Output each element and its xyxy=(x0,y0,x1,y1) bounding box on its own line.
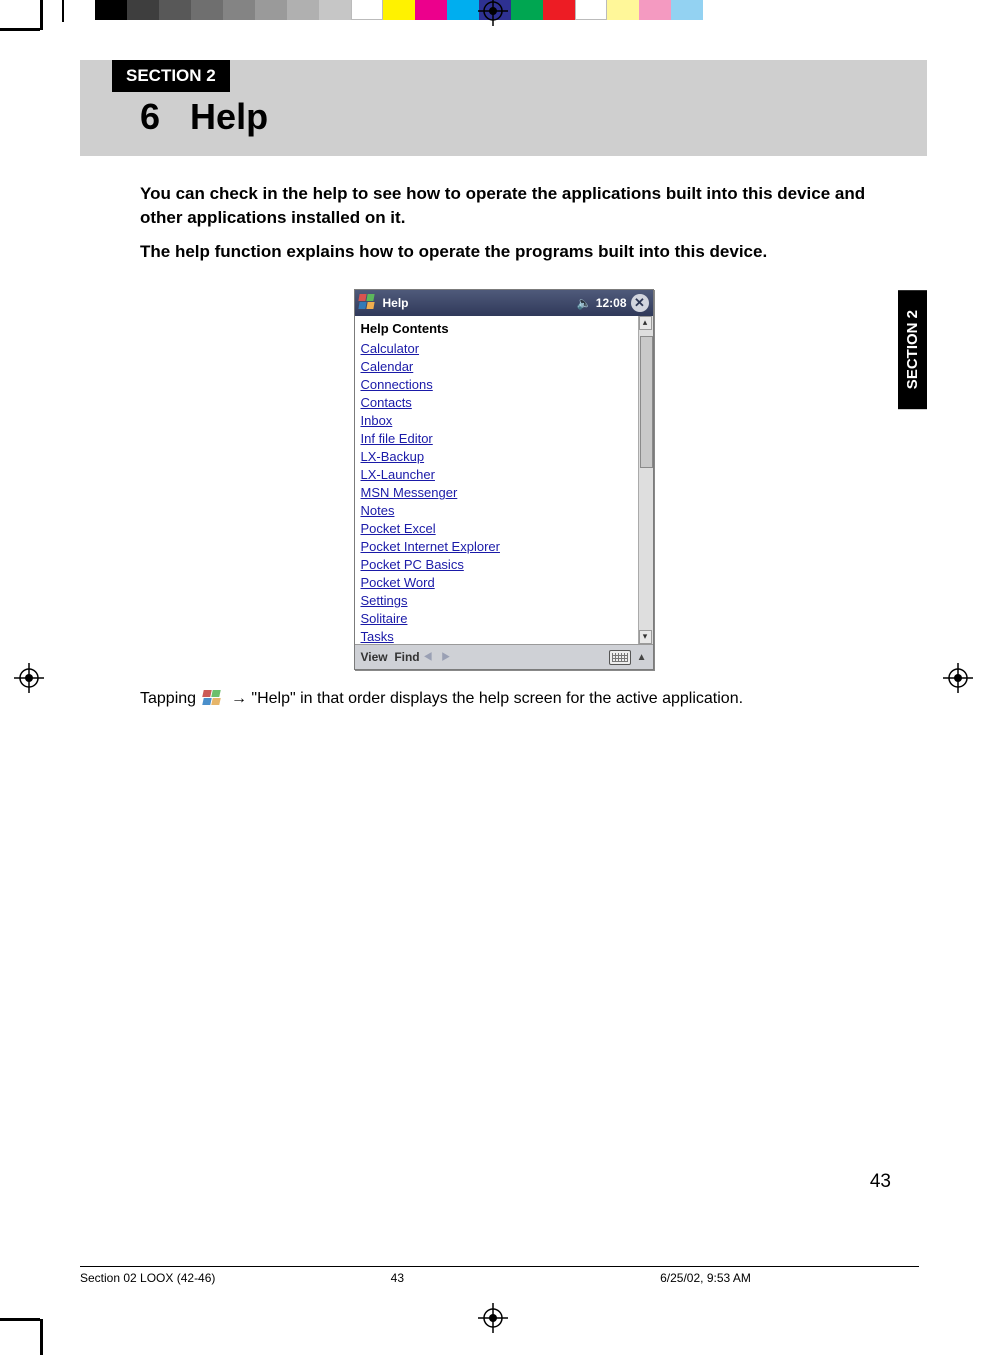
color-swatch xyxy=(223,0,255,20)
printer-marks-top xyxy=(0,0,987,34)
scroll-down-button[interactable]: ▾ xyxy=(639,630,652,644)
start-menu-icon[interactable] xyxy=(359,294,377,312)
color-swatch xyxy=(383,0,415,20)
section-badge: SECTION 2 xyxy=(112,60,230,92)
help-link[interactable]: Inf file Editor xyxy=(361,430,632,448)
color-swatch xyxy=(671,0,703,20)
color-swatch xyxy=(447,0,479,20)
color-swatch xyxy=(543,0,575,20)
chapter-header: SECTION 2 6 Help xyxy=(80,60,927,156)
intro-paragraph: The help function explains how to operat… xyxy=(140,240,891,264)
help-link[interactable]: Settings xyxy=(361,592,632,610)
footer-timestamp: 6/25/02, 9:53 AM xyxy=(520,1271,919,1285)
color-swatch xyxy=(159,0,191,20)
color-swatch xyxy=(191,0,223,20)
start-menu-icon xyxy=(203,690,225,708)
intro-text: You can check in the help to see how to … xyxy=(140,182,891,263)
help-link[interactable]: Inbox xyxy=(361,412,632,430)
crop-mark xyxy=(40,0,43,30)
keyboard-icon[interactable] xyxy=(609,650,631,665)
crop-mark xyxy=(0,28,40,31)
titlebar: Help 🔈 12:08 ✕ xyxy=(355,290,653,316)
help-link[interactable]: Notes xyxy=(361,502,632,520)
chapter-title: 6 Help xyxy=(140,96,927,138)
color-calibration-bar xyxy=(95,0,703,20)
crop-mark xyxy=(40,1319,43,1355)
color-swatch xyxy=(415,0,447,20)
command-bar: View Find ⯇ ⯈ ▲ xyxy=(355,644,653,669)
help-link[interactable]: Pocket Word xyxy=(361,574,632,592)
screenshot-body: Help Contents CalculatorCalendarConnecti… xyxy=(355,316,653,644)
scroll-up-button[interactable]: ▴ xyxy=(639,316,652,330)
help-link[interactable]: Pocket Excel xyxy=(361,520,632,538)
close-icon[interactable]: ✕ xyxy=(631,294,649,312)
help-contents-list: Help Contents CalculatorCalendarConnecti… xyxy=(355,316,638,644)
registration-mark-icon xyxy=(478,0,508,26)
volume-icon[interactable]: 🔈 xyxy=(577,296,592,310)
chapter-number: 6 xyxy=(140,96,160,137)
caption-text: Tapping → "Help" in that order displays … xyxy=(140,688,891,710)
help-contents-header: Help Contents xyxy=(361,320,632,338)
menu-view[interactable]: View xyxy=(361,650,388,664)
device-screenshot: Help 🔈 12:08 ✕ Help Contents CalculatorC… xyxy=(354,289,654,670)
color-swatch xyxy=(607,0,639,20)
footer-slug: Section 02 LOOX (42-46) 43 6/25/02, 9:53… xyxy=(80,1266,919,1285)
scroll-thumb[interactable] xyxy=(640,336,653,468)
color-swatch xyxy=(639,0,671,20)
nav-forward-icon[interactable]: ⯈ xyxy=(440,649,451,666)
app-title: Help xyxy=(383,296,409,310)
page-number: 43 xyxy=(870,1171,891,1193)
page-content: SECTION 2 6 Help SECTION 2 You can check… xyxy=(80,60,927,1293)
nav-back-icon[interactable]: ⯇ xyxy=(423,649,434,666)
color-swatch xyxy=(351,0,383,20)
help-link[interactable]: Calendar xyxy=(361,358,632,376)
color-swatch xyxy=(255,0,287,20)
chapter-name: Help xyxy=(190,96,268,137)
color-swatch xyxy=(287,0,319,20)
help-link[interactable]: Pocket Internet Explorer xyxy=(361,538,632,556)
intro-paragraph: You can check in the help to see how to … xyxy=(140,182,891,230)
registration-mark-icon xyxy=(478,1303,508,1333)
vertical-scrollbar[interactable]: ▴ ▾ xyxy=(638,316,653,644)
caption-before: Tapping xyxy=(140,690,201,707)
input-panel-toggle-icon[interactable]: ▲ xyxy=(637,652,647,663)
footer-page: 43 xyxy=(391,1271,520,1285)
color-swatch xyxy=(127,0,159,20)
help-link[interactable]: LX-Launcher xyxy=(361,466,632,484)
help-link[interactable]: Solitaire xyxy=(361,610,632,628)
help-link[interactable]: Calculator xyxy=(361,340,632,358)
color-swatch xyxy=(95,0,127,20)
side-section-tab: SECTION 2 xyxy=(898,290,927,409)
color-swatch xyxy=(319,0,351,20)
color-swatch xyxy=(511,0,543,20)
help-link[interactable]: Pocket PC Basics xyxy=(361,556,632,574)
registration-mark-icon xyxy=(14,663,44,693)
help-link[interactable]: MSN Messenger xyxy=(361,484,632,502)
registration-mark-icon xyxy=(943,663,973,693)
help-link[interactable]: Tasks xyxy=(361,628,632,644)
printer-marks-bottom xyxy=(0,1293,987,1353)
crop-mark xyxy=(0,1318,40,1321)
help-link[interactable]: Connections xyxy=(361,376,632,394)
crop-mark xyxy=(62,0,64,22)
clock-time[interactable]: 12:08 xyxy=(596,296,627,310)
help-link[interactable]: LX-Backup xyxy=(361,448,632,466)
footer-doc-name: Section 02 LOOX (42-46) xyxy=(80,1271,391,1285)
caption-after: → "Help" in that order displays the help… xyxy=(231,690,743,707)
menu-find[interactable]: Find xyxy=(394,650,419,664)
help-link[interactable]: Contacts xyxy=(361,394,632,412)
color-swatch xyxy=(575,0,607,20)
